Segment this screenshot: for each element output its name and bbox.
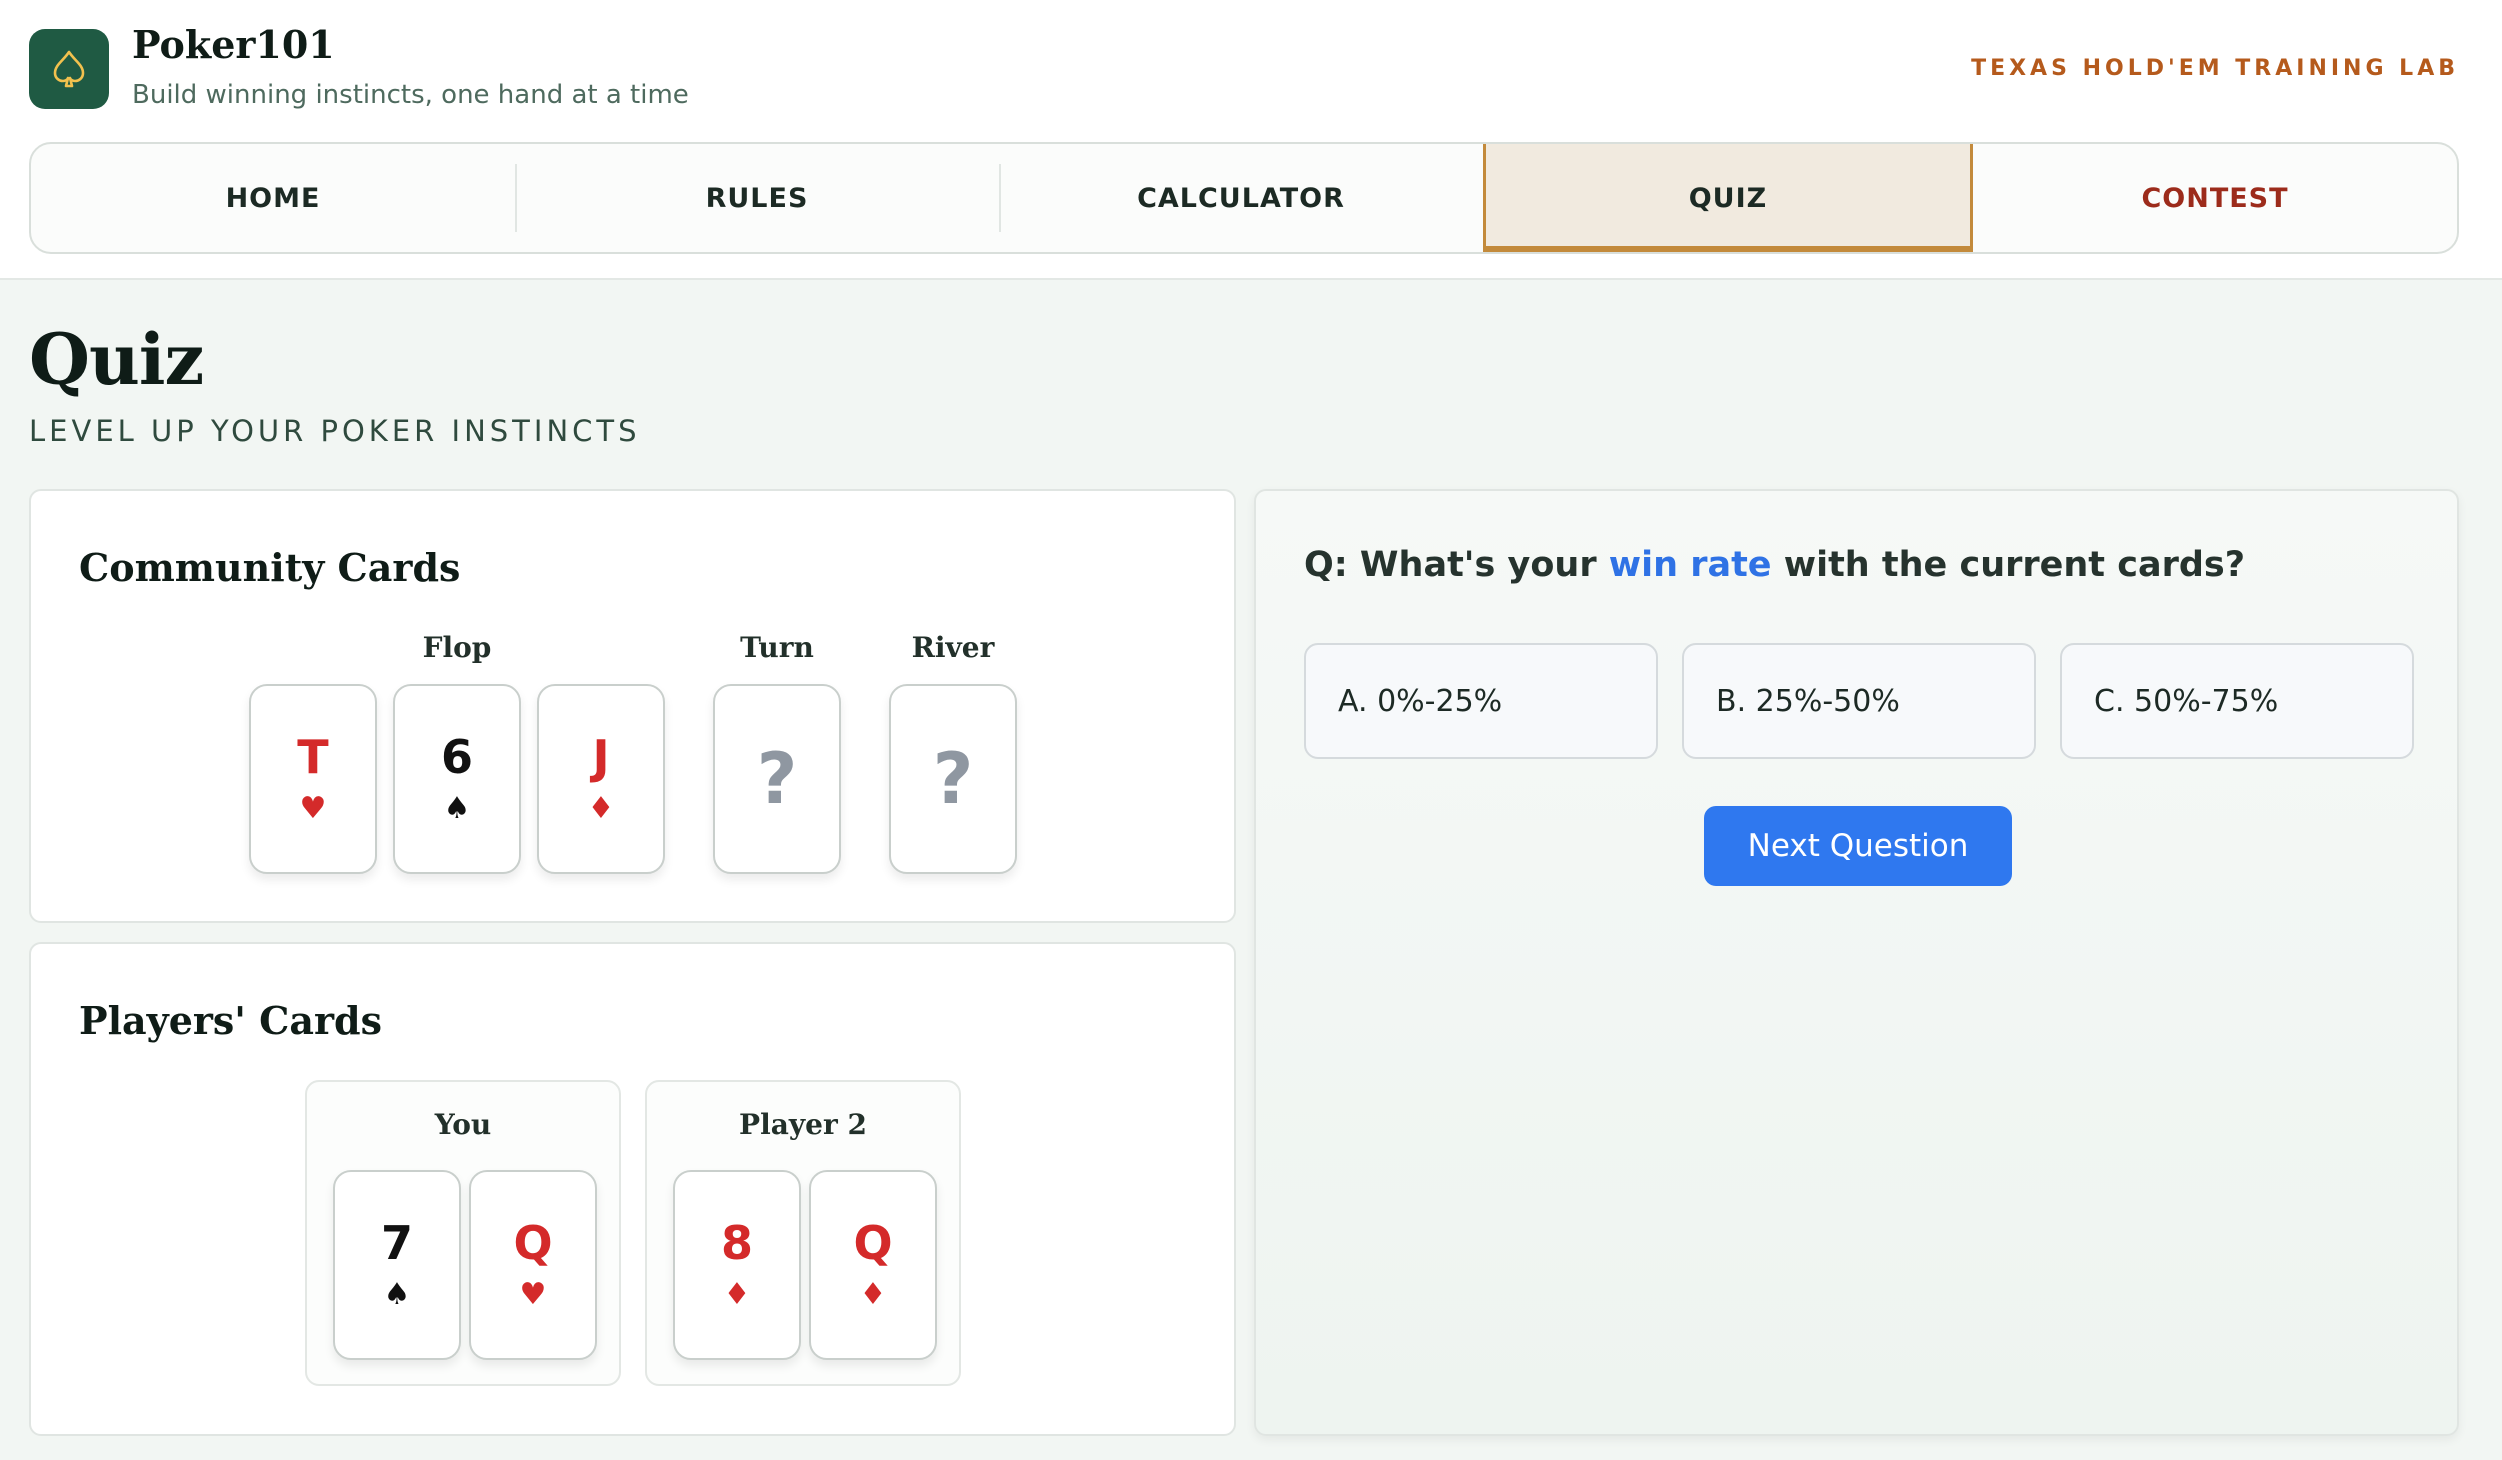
heart-icon: ♥ xyxy=(519,1277,547,1312)
hidden-card-icon: ? xyxy=(932,738,974,820)
main-nav: HOME RULES CALCULATOR QUIZ CONTEST xyxy=(29,142,2459,254)
flop-card-1: T ♥ xyxy=(249,684,377,874)
question-prefix: Q: What's your xyxy=(1304,545,1609,585)
tab-contest[interactable]: CONTEST xyxy=(1973,144,2457,252)
player-card: Q ♦ xyxy=(809,1170,937,1360)
top-header: Poker101 Build winning instincts, one ha… xyxy=(0,0,2502,280)
hidden-card-icon: ? xyxy=(756,738,798,820)
card-rank: Q xyxy=(513,1216,553,1270)
spade-icon: ♠ xyxy=(383,1277,411,1312)
tab-home[interactable]: HOME xyxy=(31,144,515,252)
card-rank: Q xyxy=(853,1216,893,1270)
question-suffix: with the current cards? xyxy=(1771,545,2246,585)
flop-card-3: J ♦ xyxy=(537,684,665,874)
card-rank: 6 xyxy=(440,730,473,784)
diamond-icon: ♦ xyxy=(859,1277,887,1312)
flop-label: Flop xyxy=(422,631,492,664)
community-cards-title: Community Cards xyxy=(79,545,461,590)
answer-option-a[interactable]: A. 0%-25% xyxy=(1304,643,1658,759)
tab-quiz[interactable]: QUIZ xyxy=(1483,144,1973,252)
turn-label: Turn xyxy=(740,631,814,664)
river-card: ? xyxy=(889,684,1017,874)
answer-option-c[interactable]: C. 50%-75% xyxy=(2060,643,2414,759)
tab-calculator[interactable]: CALCULATOR xyxy=(999,144,1483,252)
question-highlight: win rate xyxy=(1608,545,1772,585)
brand-tagline: Build winning instincts, one hand at a t… xyxy=(132,80,689,110)
players-cards-panel: Players' Cards You 7 ♠ Q ♥ Player 2 8 ♦ … xyxy=(29,942,1236,1436)
logo[interactable] xyxy=(29,29,109,109)
lab-label: TEXAS HOLD'EM TRAINING LAB xyxy=(1971,56,2459,81)
diamond-icon: ♦ xyxy=(723,1277,751,1312)
card-rank: J xyxy=(592,730,610,784)
player-card: Q ♥ xyxy=(469,1170,597,1360)
quiz-panel: Q: What's your win rate with the current… xyxy=(1254,489,2459,1436)
card-rank: T xyxy=(297,730,329,784)
next-question-button[interactable]: Next Question xyxy=(1704,806,2012,886)
page-subtitle: LEVEL UP YOUR POKER INSTINCTS xyxy=(29,414,641,448)
heart-icon: ♥ xyxy=(299,791,327,826)
spade-icon: ♠ xyxy=(443,791,471,826)
player-hand-player-2: Player 2 8 ♦ Q ♦ xyxy=(645,1080,961,1386)
page-title: Quiz xyxy=(29,318,204,401)
player-card: 7 ♠ xyxy=(333,1170,461,1360)
card-rank: 8 xyxy=(720,1216,753,1270)
diamond-icon: ♦ xyxy=(587,791,615,826)
player-name: Player 2 xyxy=(739,1108,867,1141)
brand-name: Poker101 xyxy=(132,22,335,67)
spade-icon xyxy=(53,50,85,88)
player-name: You xyxy=(434,1108,492,1141)
players-cards-title: Players' Cards xyxy=(79,998,383,1043)
card-rank: 7 xyxy=(380,1216,413,1270)
player-card: 8 ♦ xyxy=(673,1170,801,1360)
quiz-question: Q: What's your win rate with the current… xyxy=(1304,545,2245,585)
tab-rules[interactable]: RULES xyxy=(515,144,999,252)
flop-card-2: 6 ♠ xyxy=(393,684,521,874)
river-label: River xyxy=(911,631,995,664)
turn-card: ? xyxy=(713,684,841,874)
answer-option-b[interactable]: B. 25%-50% xyxy=(1682,643,2036,759)
player-hand-you: You 7 ♠ Q ♥ xyxy=(305,1080,621,1386)
community-cards-panel: Community Cards Flop Turn River T ♥ 6 ♠ … xyxy=(29,489,1236,923)
